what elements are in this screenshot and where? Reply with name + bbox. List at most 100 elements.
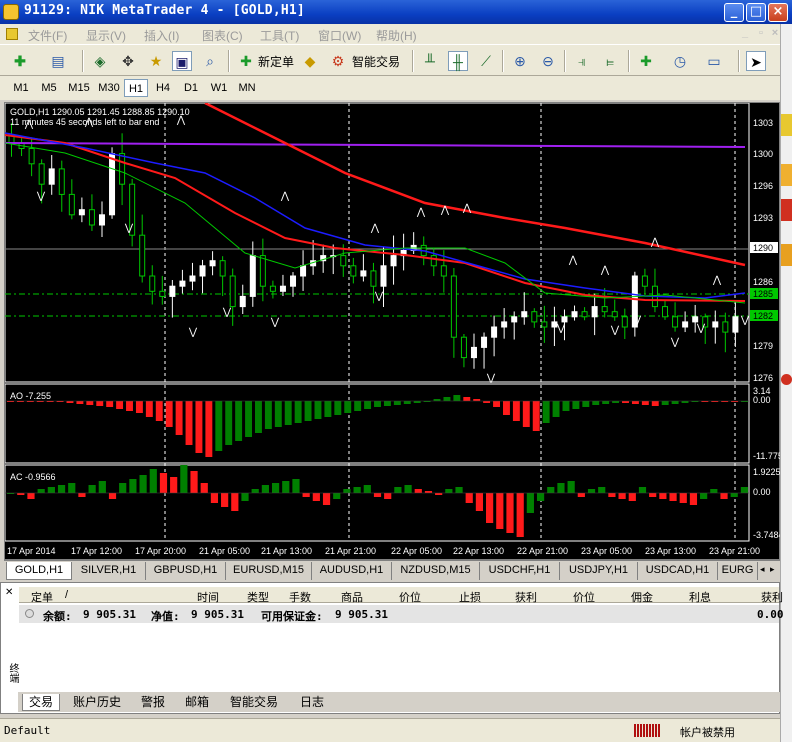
tab-gbpusd-h1[interactable]: GBPUSD,H1 [146, 562, 226, 580]
candle-body [732, 316, 739, 333]
candle-body [279, 285, 286, 292]
tf-h4[interactable]: H4 [150, 79, 176, 97]
data-window-icon[interactable]: ✥ [118, 51, 138, 71]
menu-insert[interactable]: 插入(I) [144, 27, 179, 44]
ao-bar [215, 401, 223, 451]
new-order-icon[interactable]: ✚ [236, 51, 256, 71]
tab-usdcad-h1[interactable]: USDCAD,H1 [638, 562, 718, 580]
fractal-up-icon: ⋀ [568, 255, 578, 266]
candlestick-chart-icon[interactable]: ╫ [448, 51, 468, 71]
ao-scale-label: -11.775 [753, 451, 781, 461]
col-commission[interactable]: 佣金 [631, 589, 653, 605]
tab-experts[interactable]: 智能交易 [222, 694, 286, 711]
new-order-button[interactable]: 新定单 [258, 53, 294, 70]
col-type[interactable]: 类型 [247, 589, 269, 605]
tab-alerts[interactable]: 警报 [134, 694, 172, 711]
tab-mailbox[interactable]: 邮箱 [178, 694, 216, 711]
tf-w1[interactable]: W1 [206, 79, 232, 97]
col-symbol[interactable]: 商品 [341, 589, 363, 605]
maximize-button[interactable]: □ [746, 3, 766, 22]
tabs-scroll-right-icon[interactable]: ▸ [770, 564, 775, 575]
time-axis-label: 23 Apr 05:00 [581, 546, 632, 556]
ao-bar [582, 401, 590, 407]
new-chart-icon[interactable]: ✚ [10, 51, 30, 71]
candle-body [621, 316, 628, 328]
line-chart-icon[interactable]: ⟋ [476, 51, 496, 71]
bar-chart-icon[interactable]: ╨ [420, 51, 440, 71]
metaeditor-icon[interactable]: ◆ [300, 51, 320, 71]
tf-m30[interactable]: M30 [94, 79, 124, 97]
ac-bar [302, 493, 310, 497]
ao-bar [66, 401, 74, 403]
col-lots[interactable]: 手数 [289, 589, 311, 605]
col-take-profit[interactable]: 获利 [515, 589, 537, 605]
expert-advisors-button[interactable]: 智能交易 [352, 53, 400, 70]
strategy-tester-icon[interactable]: ⌕ [200, 51, 220, 71]
ao-bar [651, 401, 659, 406]
candle-body [149, 275, 156, 292]
tf-mn[interactable]: MN [234, 79, 260, 97]
candle-body [611, 311, 618, 318]
ao-bar [334, 401, 342, 415]
balance-row[interactable]: 余额: 9 905.31 净值: 9 905.31 可用保证金: 9 905.3… [19, 605, 784, 623]
indicators-icon[interactable]: ✚ [636, 51, 656, 71]
col-swap[interactable]: 利息 [689, 589, 711, 605]
chart-shift-icon[interactable]: ⫢ [600, 51, 620, 71]
col-sort[interactable]: / [65, 589, 68, 601]
tab-trade[interactable]: 交易 [22, 694, 60, 711]
market-watch-icon[interactable]: ◈ [90, 51, 110, 71]
menu-chart[interactable]: 图表(C) [202, 27, 243, 44]
menu-file[interactable]: 文件(F) [28, 27, 67, 44]
col-stop-loss[interactable]: 止损 [459, 589, 481, 605]
tab-account-history[interactable]: 账户历史 [66, 694, 128, 711]
terminal-icon[interactable]: ▣ [172, 51, 192, 71]
candle-body [360, 270, 367, 277]
close-button[interactable]: × [768, 3, 788, 22]
menu-tools[interactable]: 工具(T) [260, 27, 299, 44]
cursor-icon[interactable]: ➤ [746, 51, 766, 71]
price-chart[interactable]: ⋀ ⋀ ⋀⋀⋀⋀ ⋀ ⋀⋀⋀⋀⋀⋁⋁⋁⋁⋁⋁⋁⋁ ⋁⋁⋁⋁⋁ 13031300129612… [5, 103, 781, 561]
zoom-out-icon[interactable]: ⊖ [538, 51, 558, 71]
col-profit[interactable]: 获利 [761, 589, 783, 605]
menu-window[interactable]: 窗口(W) [318, 27, 361, 44]
col-time[interactable]: 时间 [197, 589, 219, 605]
tf-h1[interactable]: H1 [124, 79, 148, 97]
tab-eurg[interactable]: EURG [718, 562, 758, 580]
profiles-icon[interactable]: ▤ [48, 51, 68, 71]
navigator-icon[interactable]: ★ [146, 51, 166, 71]
ac-bar [282, 481, 290, 493]
expert-advisors-icon[interactable]: ⚙ [328, 51, 348, 71]
ac-bar [78, 493, 86, 497]
menu-help[interactable]: 帮助(H) [376, 27, 417, 44]
mdi-minimize-button[interactable]: _ [738, 27, 752, 41]
tab-journal[interactable]: 日志 [292, 694, 332, 711]
auto-scroll-icon[interactable]: ⫣ [572, 51, 592, 71]
ao-bar [155, 401, 163, 421]
equity-label: 净值: [151, 610, 180, 623]
tf-m5[interactable]: M5 [36, 79, 62, 97]
periods-icon[interactable]: ◷ [670, 51, 690, 71]
close-icon[interactable]: ✕ [5, 587, 13, 598]
tabs-scroll-left-icon[interactable]: ◂ [760, 564, 765, 575]
tf-m1[interactable]: M1 [8, 79, 34, 97]
mdi-restore-button[interactable]: ▫ [754, 27, 768, 41]
fractal-down-icon: ⋁ [270, 317, 280, 328]
minimize-button[interactable]: _ [724, 3, 744, 22]
tab-eurusd-m15[interactable]: EURUSD,M15 [226, 562, 312, 580]
tab-audusd-h1[interactable]: AUDUSD,H1 [312, 562, 392, 580]
menu-view[interactable]: 显示(V) [86, 27, 126, 44]
ac-bar [261, 485, 269, 493]
zoom-in-icon[interactable]: ⊕ [510, 51, 530, 71]
tf-m15[interactable]: M15 [64, 79, 94, 97]
tf-d1[interactable]: D1 [178, 79, 204, 97]
col-price[interactable]: 价位 [399, 589, 421, 605]
tab-silver-h1[interactable]: SILVER,H1 [72, 562, 146, 580]
templates-icon[interactable]: ▭ [704, 51, 724, 71]
col-order[interactable]: 定单 [31, 589, 53, 605]
tab-nzdusd-m15[interactable]: NZDUSD,M15 [392, 562, 480, 580]
chart-window[interactable]: ⋀ ⋀ ⋀ ⋀ ⋀ ⋀ ⋀ ⋀ ⋀ ⋀ ⋀ ⋀ ⋁ ⋁ ⋁ ⋁ ⋁ ⋁ ⋁ ⋁ ⋁ ⋁ ⋁ ⋁ ⋁ 1303 1300 1296 12… [4, 102, 781, 561]
col-current-price[interactable]: 价位 [573, 589, 595, 605]
tab-usdchf-h1[interactable]: USDCHF,H1 [480, 562, 560, 580]
tab-usdjpy-h1[interactable]: USDJPY,H1 [560, 562, 638, 580]
tab-gold-h1[interactable]: GOLD,H1 [6, 562, 72, 580]
